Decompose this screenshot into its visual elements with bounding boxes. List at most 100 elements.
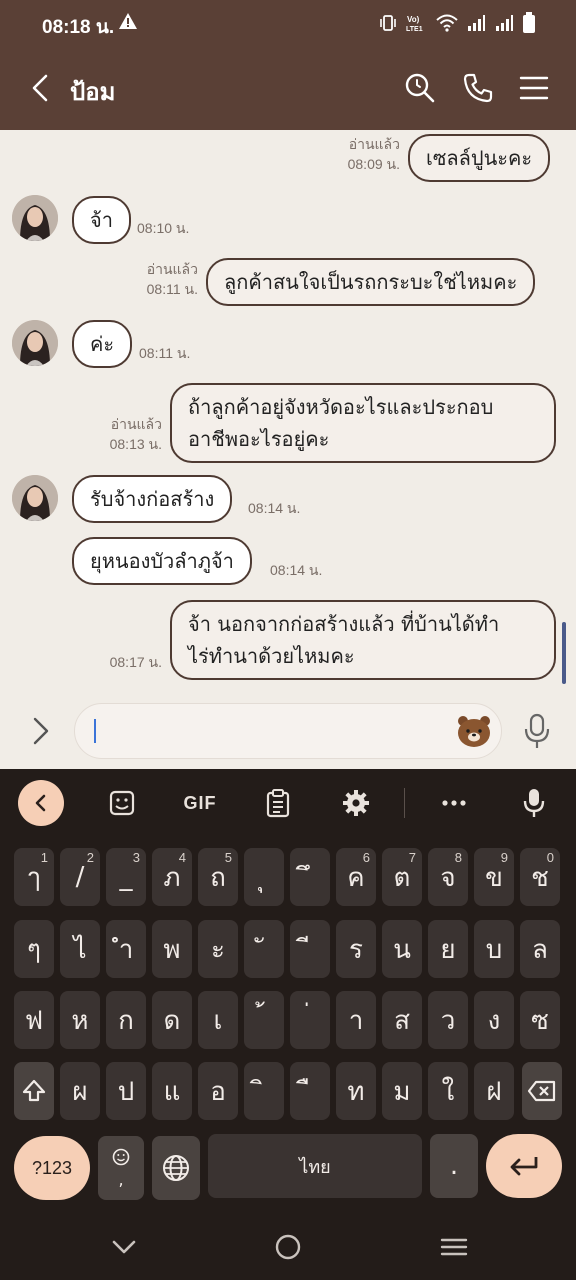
svg-text:Vo): Vo) (407, 15, 420, 24)
key[interactable]: ล (520, 920, 560, 978)
key[interactable]: ฝ (474, 1062, 514, 1120)
key[interactable]: ห (60, 991, 100, 1049)
sticker-icon[interactable] (104, 779, 140, 827)
message-line: ถ้าลูกค้าอยู่จังหวัดอะไรและประกอบ (188, 395, 494, 419)
message-bubble-outgoing[interactable]: จ้า นอกจากก่อสร้างแล้ว ที่บ้านได้ทำ ไร่ท… (170, 600, 556, 680)
back-arrow-icon[interactable] (24, 70, 60, 106)
key[interactable]: ว (428, 991, 468, 1049)
message-input[interactable] (74, 703, 502, 759)
settings-gear-icon[interactable] (338, 779, 374, 827)
key[interactable]: ี (290, 920, 330, 978)
key[interactable]: ท (336, 1062, 376, 1120)
key[interactable]: ซ (520, 991, 560, 1049)
chevron-right-icon[interactable] (28, 713, 56, 753)
more-options-icon[interactable] (436, 779, 472, 827)
key[interactable]: ช0 (520, 848, 560, 906)
key[interactable]: น (382, 920, 422, 978)
keyboard-collapse-button[interactable] (18, 780, 64, 826)
message-bubble-outgoing[interactable]: ถ้าลูกค้าอยู่จังหวัดอะไรและประกอบ อาชีพอ… (170, 383, 556, 463)
key[interactable]: ๅ1 (14, 848, 54, 906)
avatar[interactable] (12, 320, 58, 366)
key[interactable]: า (336, 991, 376, 1049)
key[interactable]: ่ (290, 991, 330, 1049)
emoji-comma-key[interactable]: , (98, 1136, 144, 1200)
message-bubble-incoming[interactable]: รับจ้างก่อสร้าง (72, 475, 233, 523)
message-bubble-outgoing[interactable]: ลูกค้าสนใจเป็นรถกระบะใช่ไหมคะ (206, 258, 536, 306)
key[interactable]: ื (290, 1062, 330, 1120)
microphone-icon[interactable] (520, 711, 554, 755)
key[interactable]: _ 3 (106, 848, 146, 906)
nav-back-chevron-icon[interactable] (110, 1233, 138, 1261)
voice-input-icon[interactable] (516, 779, 552, 827)
nav-home-icon[interactable] (274, 1233, 302, 1261)
nav-recents-icon[interactable] (440, 1233, 468, 1261)
backspace-key[interactable] (522, 1062, 562, 1120)
key[interactable]: เ (198, 991, 238, 1049)
message-bubble-incoming[interactable]: จ้า (72, 196, 131, 244)
search-icon[interactable] (402, 70, 438, 106)
key[interactable]: ผ (60, 1062, 100, 1120)
key[interactable]: ไ (60, 920, 100, 978)
menu-icon[interactable] (516, 70, 552, 106)
toolbar-divider (404, 788, 405, 818)
key-number-hint: 0 (546, 850, 554, 865)
key[interactable]: ป (106, 1062, 146, 1120)
gif-button[interactable]: GIF (178, 779, 222, 827)
key-label: ม (393, 1076, 411, 1107)
message-bubble-outgoing[interactable]: เซลล์ปูนะคะ (408, 134, 551, 182)
key[interactable]: พ (152, 920, 192, 978)
read-receipt: อ่านแล้ว (110, 416, 162, 432)
symbols-key[interactable]: ?123 (14, 1136, 90, 1200)
key-number-hint: 2 (86, 850, 94, 865)
key[interactable]: ภ4 (152, 848, 192, 906)
message-meta: อ่านแล้ว 08:09 น. (348, 134, 400, 174)
bear-sticker-icon[interactable] (456, 713, 492, 749)
key[interactable]: ข9 (474, 848, 514, 906)
key[interactable]: ๆ (14, 920, 54, 978)
period-key[interactable]: . (430, 1134, 478, 1198)
message-bubble-incoming[interactable]: ค่ะ (72, 320, 133, 368)
clipboard-icon[interactable] (260, 779, 296, 827)
globe-icon[interactable] (152, 1136, 200, 1200)
scrollbar[interactable] (562, 622, 566, 684)
key[interactable]: ฟ (14, 991, 54, 1049)
space-bar[interactable]: ไทย (208, 1134, 422, 1198)
chat-area[interactable]: อ่านแล้ว 08:09 น. เซลล์ปูนะคะ จ้า 08:10 … (0, 130, 576, 693)
key[interactable]: ม (382, 1062, 422, 1120)
shift-key[interactable] (14, 1062, 54, 1120)
key-label: ใ (441, 1076, 455, 1107)
key-number-hint: 1 (40, 850, 48, 865)
key[interactable]: อ (198, 1062, 238, 1120)
key[interactable]: ง (474, 991, 514, 1049)
key[interactable]: ั (244, 920, 284, 978)
key[interactable]: จ8 (428, 848, 468, 906)
message-time: 08:10 น. (137, 220, 190, 236)
status-time: 08:18 น. (42, 17, 115, 38)
key[interactable]: ร (336, 920, 376, 978)
enter-key[interactable] (486, 1134, 562, 1198)
key[interactable]: ก (106, 991, 146, 1049)
message-bubble-incoming[interactable]: ยุหนองบัวลำภูจ้า (72, 537, 252, 585)
key-label: แ (163, 1076, 181, 1107)
key[interactable]: ด (152, 991, 192, 1049)
key[interactable]: บ (474, 920, 514, 978)
key[interactable]: ส (382, 991, 422, 1049)
key[interactable]: ุ (244, 848, 284, 906)
key-label: บ (485, 934, 503, 965)
key[interactable]: ต7 (382, 848, 422, 906)
key[interactable]: ย (428, 920, 468, 978)
key[interactable]: ำ (106, 920, 146, 978)
key[interactable]: ค6 (336, 848, 376, 906)
key[interactable]: ใ (428, 1062, 468, 1120)
key-label: ะ (211, 934, 225, 965)
phone-icon[interactable] (460, 70, 496, 106)
key[interactable]: ิ (244, 1062, 284, 1120)
key[interactable]: แ (152, 1062, 192, 1120)
key[interactable]: /2 (60, 848, 100, 906)
avatar[interactable] (12, 195, 58, 241)
key[interactable]: ะ (198, 920, 238, 978)
key[interactable]: ้ (244, 991, 284, 1049)
avatar[interactable] (12, 475, 58, 521)
key[interactable]: ึ (290, 848, 330, 906)
key[interactable]: ถ5 (198, 848, 238, 906)
